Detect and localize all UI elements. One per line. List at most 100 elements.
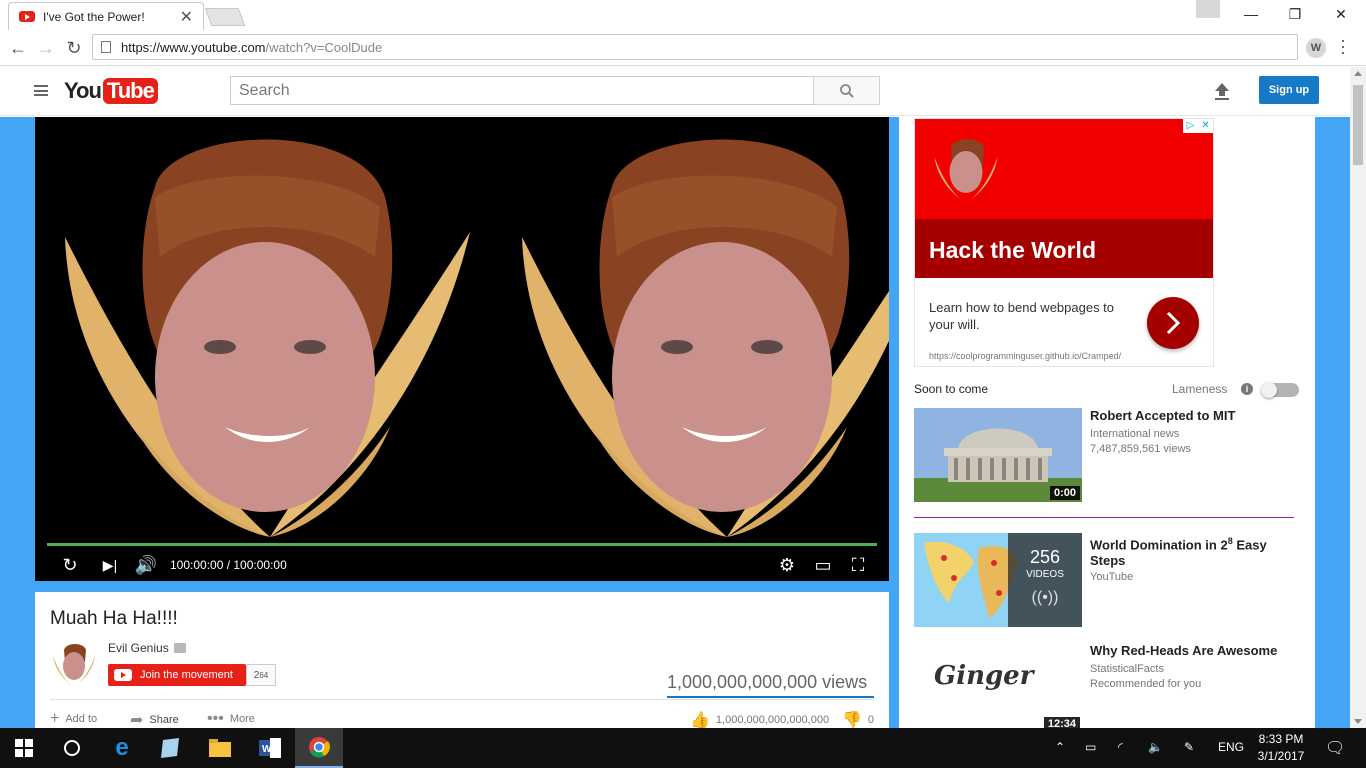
- close-tab-icon[interactable]: ✕: [180, 7, 193, 27]
- url-path: /watch?v=CoolDude: [265, 39, 383, 55]
- edge-icon[interactable]: e: [98, 728, 146, 768]
- windows-start-icon[interactable]: [0, 728, 48, 768]
- page-scrollbar[interactable]: [1350, 67, 1366, 728]
- autoplay-toggle[interactable]: [1261, 382, 1299, 398]
- reload-icon[interactable]: ↻: [62, 36, 86, 60]
- thumbs-down-icon: 👎: [842, 712, 862, 729]
- show-hidden-icons[interactable]: ⌃: [1055, 740, 1065, 754]
- forward-icon[interactable]: →: [34, 36, 58, 60]
- video-duration: 0:00: [1049, 486, 1080, 500]
- video-thumbnail[interactable]: 0:00: [914, 408, 1082, 502]
- subscriber-count-exponent: 64: [259, 670, 269, 680]
- subscribe-label: Join the movement: [140, 669, 233, 681]
- video-channel: StatisticalFacts: [1090, 663, 1164, 675]
- like-ratio-bar: [667, 696, 874, 698]
- browser-menu-icon[interactable]: · · ·: [1340, 31, 1346, 61]
- file-explorer-icon[interactable]: [196, 728, 244, 768]
- chrome-icon[interactable]: [295, 728, 343, 768]
- sidebar: ▷ ✕ Hack the World Learn how to bend web…: [899, 117, 1315, 733]
- more-dots-icon: •••: [207, 710, 224, 727]
- ad-url[interactable]: https://coolprogramminguser.github.io/Cr…: [929, 351, 1121, 361]
- dislike-button[interactable]: 👎 0: [842, 710, 874, 730]
- view-count: 1,000,000,000,000 views: [667, 672, 868, 692]
- ad-avatar-image: [934, 139, 998, 204]
- video-frame-right: [522, 139, 889, 537]
- up-next-heading: Soon to come: [914, 382, 989, 396]
- address-bar[interactable]: https://www.youtube.com/watch?v=CoolDude: [92, 34, 1298, 60]
- close-window-icon[interactable]: ✕: [1318, 0, 1364, 28]
- ad-headline-band: Hack the World: [915, 219, 1213, 278]
- notifications-icon[interactable]: 🗨: [1325, 738, 1345, 758]
- profile-icon[interactable]: [1196, 0, 1220, 18]
- add-to-button[interactable]: + Add to: [50, 710, 97, 728]
- browser-tab[interactable]: I've Got the Power! ✕: [8, 2, 204, 30]
- wifi-icon[interactable]: ◜: [1118, 740, 1123, 754]
- playlist-label: VIDEOS: [1026, 569, 1064, 580]
- search-input[interactable]: Search: [230, 76, 814, 105]
- extension-icon[interactable]: W: [1306, 38, 1326, 58]
- next-icon[interactable]: ▶|: [98, 553, 122, 577]
- scrollbar-thumb[interactable]: [1353, 85, 1363, 165]
- input-language[interactable]: ENG: [1218, 740, 1244, 754]
- ad-close-icon[interactable]: ✕: [1198, 119, 1213, 133]
- related-video-item[interactable]: 0:00 Robert Accepted to MIT Internationa…: [914, 408, 1304, 502]
- ad-info-icon[interactable]: ▷: [1183, 119, 1198, 133]
- subscribe-button[interactable]: Join the movement: [108, 664, 246, 686]
- new-tab-button[interactable]: [204, 8, 246, 26]
- theater-mode-icon[interactable]: ▭: [811, 553, 835, 577]
- guide-menu-icon[interactable]: [34, 85, 48, 96]
- more-label: More: [229, 713, 255, 725]
- settings-gear-icon[interactable]: ⚙: [775, 553, 799, 577]
- share-arrow-icon: ➦: [130, 712, 144, 729]
- sign-up-button[interactable]: Sign up: [1259, 76, 1319, 104]
- scroll-down-icon[interactable]: [1354, 719, 1362, 724]
- maximize-icon[interactable]: ❐: [1272, 0, 1318, 28]
- playlist-title[interactable]: World Domination in 28 Easy Steps: [1090, 533, 1290, 569]
- related-video-item[interactable]: Ginger 12:34 Why Red-Heads Are Awesome S…: [914, 639, 1304, 733]
- thumbs-up-icon: 👍: [690, 712, 710, 729]
- video-player[interactable]: ↻ ▶| 🔊 100:00:00 / 100:00:00 ⚙ ▭ ⛶: [35, 117, 889, 581]
- ad-card[interactable]: ▷ ✕ Hack the World Learn how to bend web…: [914, 118, 1214, 367]
- page-info-icon[interactable]: [101, 41, 111, 53]
- like-button[interactable]: 👍 1,000,000,000,000,000: [690, 710, 829, 730]
- playlist-title-prefix: World Domination in 2: [1090, 537, 1228, 553]
- cortana-icon[interactable]: [48, 728, 96, 768]
- youtube-favicon-icon: [19, 11, 35, 22]
- ad-choices[interactable]: ▷ ✕: [1183, 119, 1213, 133]
- verified-icon: [173, 643, 186, 653]
- battery-icon[interactable]: ▭: [1085, 740, 1096, 754]
- ad-go-button[interactable]: [1147, 297, 1199, 349]
- video-thumbnail[interactable]: Ginger 12:34: [914, 639, 1082, 733]
- url-host: https://www.youtube.com: [121, 39, 266, 55]
- browser-tabstrip: I've Got the Power! ✕ — ❐ ✕: [0, 0, 1366, 30]
- playlist-thumbnail[interactable]: 256 VIDEOS ((•)): [914, 533, 1082, 627]
- related-playlist-item[interactable]: 256 VIDEOS ((•)) World Domination in 28 …: [914, 533, 1304, 627]
- search-button[interactable]: [813, 76, 880, 105]
- channel-name[interactable]: Evil Genius: [108, 641, 186, 655]
- minimize-icon[interactable]: —: [1228, 0, 1274, 28]
- video-info-card: Muah Ha Ha!!!! Evil Genius Join the move…: [35, 592, 889, 730]
- upload-icon[interactable]: [1212, 81, 1232, 101]
- youtube-logo[interactable]: You Tube: [64, 77, 158, 105]
- notes-app-icon[interactable]: [146, 728, 194, 768]
- logo-you: You: [64, 78, 102, 103]
- pen-icon[interactable]: ✎: [1184, 740, 1194, 754]
- volume-icon[interactable]: 🔊: [134, 553, 158, 577]
- word-icon[interactable]: W: [246, 728, 294, 768]
- video-views: 7,487,859,561 views: [1090, 443, 1191, 455]
- time-display: 100:00:00 / 100:00:00: [170, 558, 287, 572]
- scroll-up-icon[interactable]: [1354, 71, 1362, 76]
- share-button[interactable]: ➦ Share: [130, 710, 179, 730]
- progress-bar[interactable]: [47, 543, 877, 546]
- more-button[interactable]: ••• More: [207, 710, 255, 728]
- info-icon[interactable]: i: [1241, 383, 1253, 395]
- fullscreen-icon[interactable]: ⛶: [846, 553, 870, 577]
- channel-avatar[interactable]: [50, 640, 98, 688]
- back-icon[interactable]: ←: [6, 36, 30, 60]
- windows-taskbar: e W ⌃ ▭ ◜ 🔈 ✎ ENG 8:33 PM 3/1/2017 🗨: [0, 728, 1366, 768]
- video-title[interactable]: Robert Accepted to MIT: [1090, 408, 1290, 424]
- replay-icon[interactable]: ↻: [58, 553, 82, 577]
- video-title[interactable]: Why Red-Heads Are Awesome: [1090, 643, 1290, 659]
- volume-tray-icon[interactable]: 🔈: [1148, 740, 1163, 754]
- system-clock[interactable]: 8:33 PM 3/1/2017: [1252, 731, 1310, 765]
